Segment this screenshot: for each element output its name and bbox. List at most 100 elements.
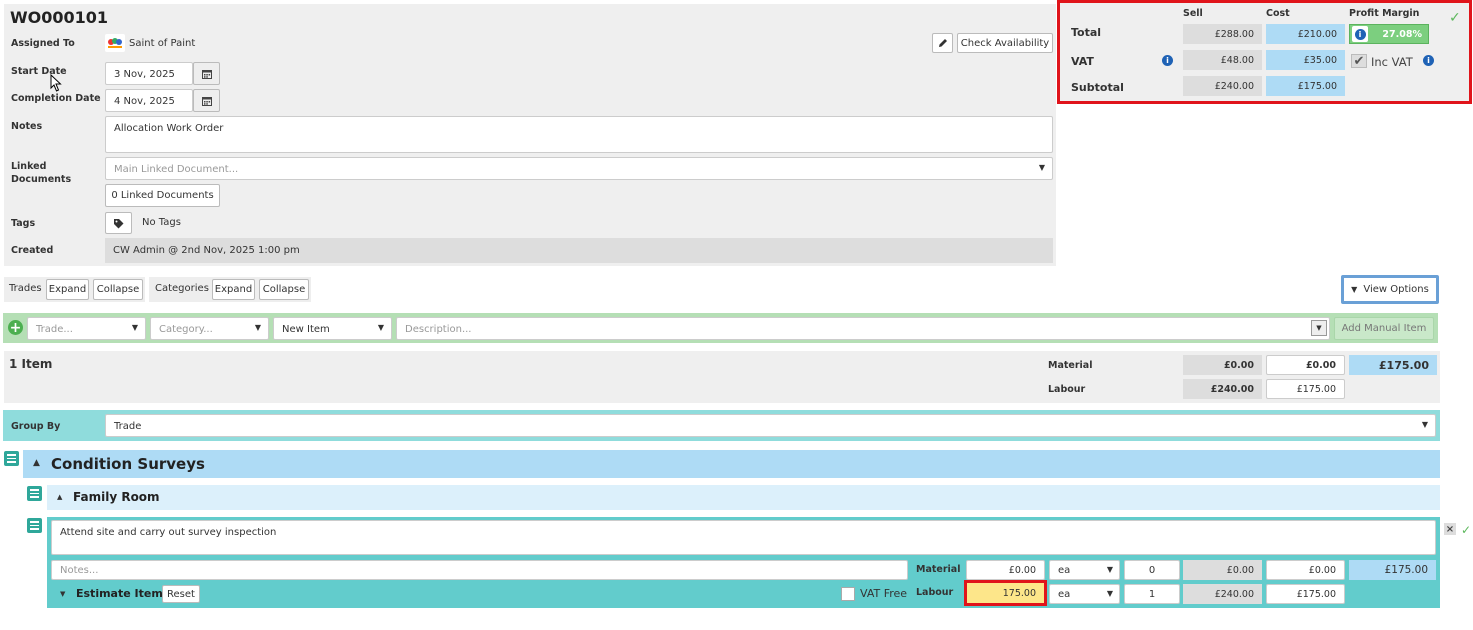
total-label: Total bbox=[1071, 26, 1102, 39]
created-value: CW Admin @ 2nd Nov, 2025 1:00 pm bbox=[105, 238, 1053, 263]
item-menu-icon[interactable] bbox=[27, 518, 42, 533]
categories-expand-button[interactable]: Expand bbox=[212, 279, 255, 300]
trade-select[interactable]: Trade... ▼ bbox=[27, 317, 146, 340]
margin-info-icon[interactable]: i bbox=[1352, 26, 1368, 42]
confirm-item-icon[interactable]: ✓ bbox=[1461, 523, 1471, 537]
check-availability-button[interactable]: Check Availability bbox=[957, 33, 1053, 53]
add-icon[interactable]: + bbox=[8, 320, 23, 336]
item-labour-rate[interactable]: 175.00 bbox=[964, 580, 1047, 606]
pencil-icon bbox=[938, 39, 947, 47]
item-total: £175.00 bbox=[1349, 560, 1436, 580]
mouse-cursor-icon bbox=[50, 73, 62, 95]
completion-date-input[interactable]: 4 Nov, 2025 bbox=[105, 89, 193, 112]
summary-material-sell: £0.00 bbox=[1183, 355, 1262, 375]
assigned-label: Assigned To bbox=[11, 38, 75, 49]
collapse-arrow-icon[interactable]: ▼ bbox=[60, 590, 65, 598]
calendar-icon bbox=[201, 69, 212, 79]
item-material-cost[interactable]: £0.00 bbox=[1266, 560, 1345, 580]
summary-material-cost: £0.00 bbox=[1266, 355, 1345, 375]
linked-documents-button[interactable]: 0 Linked Documents bbox=[105, 184, 220, 207]
item-labour-qty[interactable]: 1 bbox=[1124, 584, 1180, 604]
group-by-select[interactable]: Trade ▼ bbox=[105, 414, 1436, 437]
cost-column-header: Cost bbox=[1266, 8, 1290, 19]
category-menu-icon[interactable] bbox=[27, 486, 42, 501]
check-icon: ✓ bbox=[1449, 10, 1461, 26]
notes-textarea[interactable]: Allocation Work Order bbox=[105, 116, 1053, 153]
category-group-title: Family Room bbox=[73, 490, 160, 504]
dropdown-arrow-icon: ▼ bbox=[131, 323, 138, 332]
item-type-select[interactable]: New Item ▼ bbox=[273, 317, 392, 340]
dropdown-arrow-icon: ▼ bbox=[1106, 565, 1113, 574]
trade-group-header[interactable]: ▲ Condition Surveys bbox=[23, 450, 1440, 478]
linked-documents-label-line2: Documents bbox=[11, 174, 72, 185]
work-order-number: WO000101 bbox=[10, 8, 109, 27]
inc-vat-info-icon[interactable]: i bbox=[1423, 55, 1434, 66]
vat-free-checkbox[interactable] bbox=[841, 587, 855, 601]
calendar-icon bbox=[201, 96, 212, 106]
trade-group-title: Condition Surveys bbox=[51, 455, 205, 473]
item-labour-cost[interactable]: £175.00 bbox=[1266, 584, 1345, 604]
completion-date-label: Completion Date bbox=[11, 93, 101, 104]
reset-button[interactable]: Reset bbox=[162, 585, 200, 603]
subtotal-label: Subtotal bbox=[1071, 81, 1124, 94]
view-options-button[interactable]: ▼ View Options bbox=[1341, 275, 1439, 304]
vat-sell: £48.00 bbox=[1183, 50, 1262, 70]
total-cost: £210.00 bbox=[1266, 24, 1345, 44]
vat-info-icon[interactable]: i bbox=[1162, 55, 1173, 66]
created-label: Created bbox=[11, 245, 54, 256]
categories-collapse-button[interactable]: Collapse bbox=[259, 279, 309, 300]
total-sell: £288.00 bbox=[1183, 24, 1262, 44]
profit-margin-column-header: Profit Margin bbox=[1349, 8, 1420, 19]
estimate-item-title: Estimate Item bbox=[76, 587, 163, 600]
item-material-qty[interactable]: 0 bbox=[1124, 560, 1180, 580]
tag-icon bbox=[114, 218, 124, 228]
summary-labour-sell: £240.00 bbox=[1183, 379, 1262, 399]
main-linked-document-select[interactable]: Main Linked Document... ▼ bbox=[105, 157, 1053, 180]
category-group-header[interactable]: ▲ Family Room bbox=[47, 485, 1440, 510]
dropdown-arrow-icon: ▼ bbox=[1038, 163, 1045, 172]
item-material-label: Material bbox=[916, 564, 961, 575]
edit-button[interactable] bbox=[932, 33, 953, 53]
tag-button[interactable] bbox=[105, 212, 132, 234]
sell-column-header: Sell bbox=[1183, 8, 1203, 19]
subtotal-sell: £240.00 bbox=[1183, 76, 1262, 96]
remove-item-icon[interactable]: × bbox=[1444, 523, 1456, 535]
linked-documents-label-line1: Linked bbox=[11, 161, 47, 172]
item-labour-label: Labour bbox=[916, 587, 954, 598]
category-select[interactable]: Category... ▼ bbox=[150, 317, 269, 340]
completion-date-calendar-button[interactable] bbox=[193, 89, 220, 112]
inc-vat-checkbox[interactable]: ✔ bbox=[1351, 54, 1367, 69]
trade-menu-icon[interactable] bbox=[4, 451, 19, 466]
linked-document-placeholder: Main Linked Document... bbox=[114, 164, 239, 175]
trades-label: Trades bbox=[9, 283, 42, 294]
tags-label: Tags bbox=[11, 218, 36, 229]
trades-expand-button[interactable]: Expand bbox=[46, 279, 89, 300]
profit-margin-value: 27.08% bbox=[1382, 29, 1422, 40]
vat-label: VAT bbox=[1071, 55, 1094, 68]
start-date-input[interactable]: 3 Nov, 2025 bbox=[105, 62, 193, 85]
summary-material-label: Material bbox=[1048, 360, 1093, 371]
dropdown-arrow-icon: ▼ bbox=[377, 323, 384, 332]
summary-total: £175.00 bbox=[1349, 355, 1437, 375]
start-date-calendar-button[interactable] bbox=[193, 62, 220, 85]
dropdown-arrow-icon: ▼ bbox=[254, 323, 261, 332]
item-description[interactable]: Attend site and carry out survey inspect… bbox=[51, 520, 1436, 555]
item-labour-unit[interactable]: ea ▼ bbox=[1049, 584, 1120, 604]
collapse-arrow-icon[interactable]: ▲ bbox=[57, 493, 62, 501]
group-by-label: Group By bbox=[11, 421, 61, 432]
dropdown-arrow-icon: ▼ bbox=[1311, 320, 1327, 336]
subtotal-cost: £175.00 bbox=[1266, 76, 1345, 96]
collapse-arrow-icon[interactable]: ▲ bbox=[33, 458, 40, 468]
summary-labour-cost: £175.00 bbox=[1266, 379, 1345, 399]
summary-labour-label: Labour bbox=[1048, 384, 1086, 395]
item-material-sell: £0.00 bbox=[1183, 560, 1262, 580]
add-manual-item-button[interactable]: Add Manual Item bbox=[1334, 317, 1434, 340]
vat-free-label: VAT Free bbox=[860, 587, 908, 600]
item-material-rate[interactable]: £0.00 bbox=[966, 560, 1045, 580]
description-select[interactable]: Description... ▼ bbox=[396, 317, 1330, 340]
item-material-unit[interactable]: ea ▼ bbox=[1049, 560, 1120, 580]
trades-collapse-button[interactable]: Collapse bbox=[93, 279, 143, 300]
item-notes-input[interactable]: Notes... bbox=[51, 560, 908, 580]
contractor-logo bbox=[105, 34, 125, 52]
assigned-contractor[interactable]: Saint of Paint bbox=[129, 38, 195, 49]
